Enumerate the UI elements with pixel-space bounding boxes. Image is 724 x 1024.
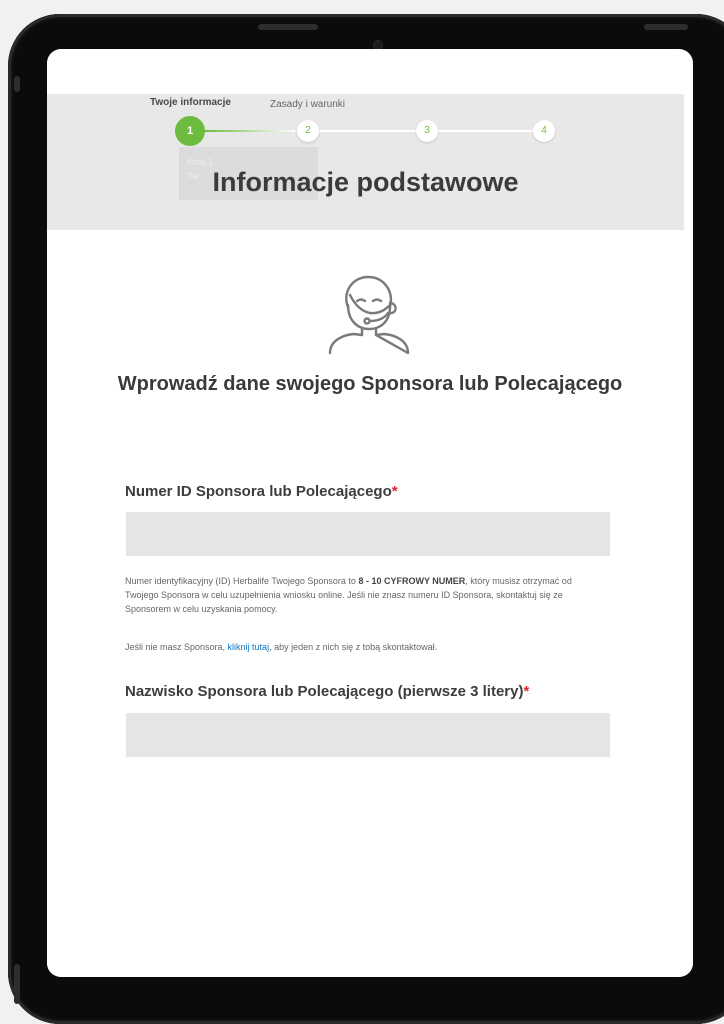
- sponsor-surname-label: Nazwisko Sponsora lub Polecającego (pier…: [125, 683, 529, 700]
- side-button: [14, 76, 20, 92]
- progress-track-1: [205, 130, 295, 132]
- required-mark: *: [523, 683, 530, 700]
- progress-track-2: [319, 130, 417, 132]
- step-4-circle[interactable]: 4: [533, 120, 555, 142]
- step-2-label: Zasady i warunki: [270, 99, 346, 110]
- no-sponsor-before: Jeśli nie masz Sponsora,: [125, 642, 228, 652]
- section-title: Informacje podstawowe: [212, 167, 519, 197]
- required-mark: *: [391, 483, 398, 500]
- help-text-bold: 8 - 10 CYFROWY NUMER: [358, 576, 466, 586]
- sponsor-surname-input[interactable]: [126, 713, 610, 757]
- screen: Twoje informacje Zasady i warunki 1 2 3 …: [47, 49, 693, 977]
- sponsor-id-label: Numer ID Sponsora lub Polecającego*: [125, 483, 398, 500]
- progress-track-3: [438, 130, 534, 132]
- sponsor-surname-label-text: Nazwisko Sponsora lub Polecającego (pier…: [125, 683, 524, 700]
- camera-icon: [374, 41, 382, 49]
- sponsor-id-input[interactable]: [126, 512, 610, 556]
- no-sponsor-after: , aby jeden z nich się z tobą skontaktow…: [269, 642, 438, 652]
- top-button: [258, 24, 318, 30]
- page-bottom-area: [47, 770, 693, 977]
- progress-banner: Twoje informacje Zasady i warunki 1 2 3 …: [47, 94, 684, 230]
- no-sponsor-text: Jeśli nie masz Sponsora, kliknij tutaj, …: [125, 640, 605, 654]
- step-3-circle[interactable]: 3: [416, 120, 438, 142]
- click-here-link[interactable]: kliknij tutaj: [228, 642, 270, 652]
- help-text-1: Numer identyfikacyjny (ID) Herbalife Two…: [125, 576, 359, 586]
- step-1-circle[interactable]: 1: [175, 116, 205, 146]
- step-1-label: Twoje informacje: [150, 97, 231, 108]
- support-agent-icon: [328, 275, 410, 355]
- sponsor-id-label-text: Numer ID Sponsora lub Polecającego: [125, 483, 392, 500]
- sponsor-id-help: Numer identyfikacyjny (ID) Herbalife Two…: [125, 574, 605, 616]
- card-heading: Wprowadź dane swojego Sponsora lub Polec…: [117, 373, 623, 395]
- top-button-secondary: [644, 24, 688, 30]
- side-button-lower: [14, 964, 20, 1004]
- step-2-circle[interactable]: 2: [297, 120, 319, 142]
